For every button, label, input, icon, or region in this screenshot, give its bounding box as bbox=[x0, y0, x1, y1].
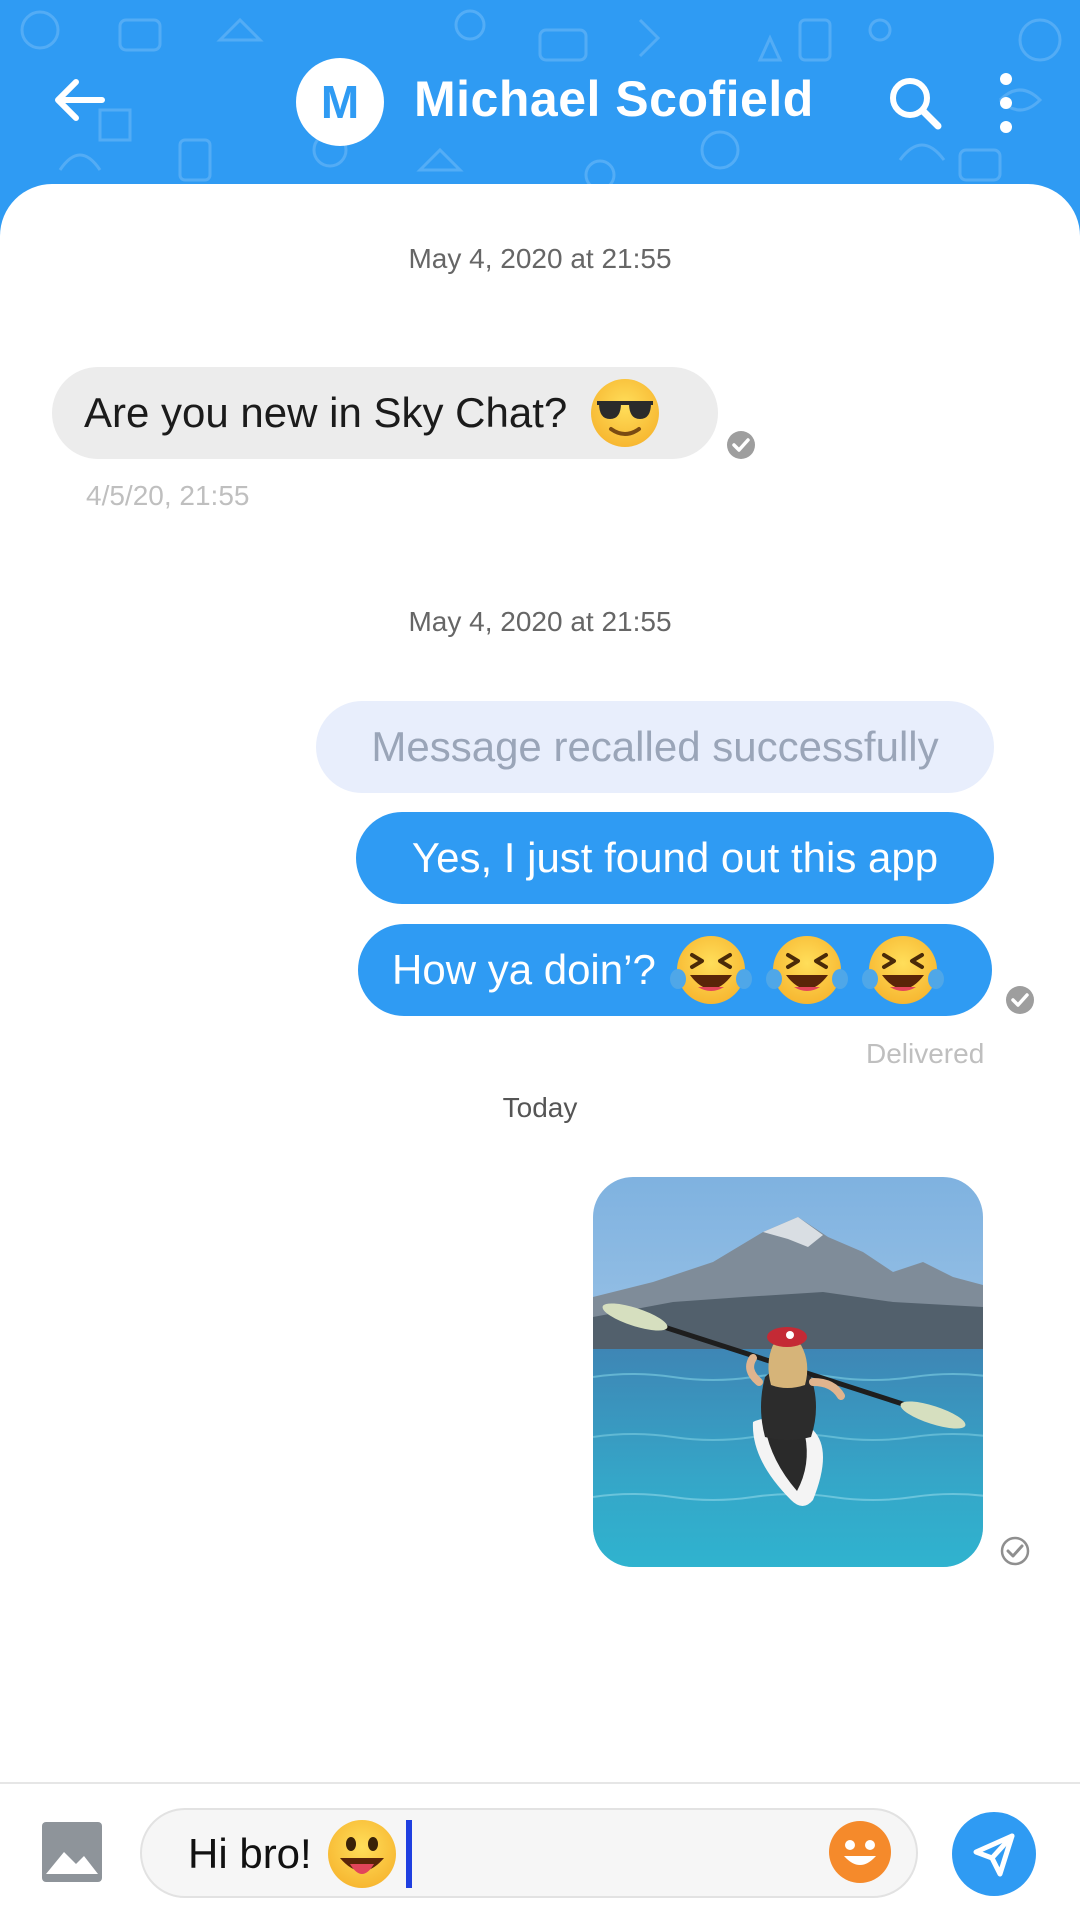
message-input[interactable]: Hi bro! bbox=[140, 1808, 918, 1898]
message-text: Yes, I just found out this app bbox=[411, 834, 939, 881]
more-options-icon[interactable] bbox=[990, 70, 1022, 136]
delivery-status: Delivered bbox=[866, 1038, 985, 1069]
recalled-message-bubble: Message recalled successfully bbox=[316, 701, 994, 793]
message-text: How ya doin’? bbox=[392, 946, 656, 993]
date-separator: May 4, 2020 at 21:55 bbox=[408, 243, 672, 274]
back-arrow-icon[interactable] bbox=[50, 74, 110, 126]
tongue-emoji-icon bbox=[327, 1820, 396, 1888]
message-composer: Hi bro! bbox=[0, 1782, 1080, 1922]
laughing-tears-emoji-icon bbox=[669, 936, 752, 1004]
contact-name[interactable]: Michael Scofield bbox=[414, 70, 814, 128]
input-value: Hi bro! bbox=[188, 1830, 312, 1877]
incoming-message-bubble[interactable]: Are you new in Sky Chat? bbox=[52, 367, 718, 459]
send-plane-icon bbox=[973, 1833, 1015, 1877]
send-button[interactable] bbox=[952, 1812, 1036, 1896]
outgoing-message-bubble[interactable]: How ya doin’? bbox=[358, 924, 992, 1016]
text-cursor bbox=[405, 1820, 412, 1888]
avatar-initial: M bbox=[320, 76, 360, 128]
message-timestamp: 4/5/20, 21:55 bbox=[86, 480, 250, 511]
search-icon[interactable] bbox=[886, 74, 944, 132]
read-check-icon bbox=[727, 431, 755, 459]
contact-avatar[interactable]: M bbox=[296, 58, 384, 146]
kayak-photo-image bbox=[593, 1177, 983, 1567]
read-check-icon bbox=[1006, 986, 1034, 1014]
sent-check-icon bbox=[1000, 1536, 1030, 1566]
image-gallery-icon[interactable] bbox=[40, 1820, 104, 1884]
date-separator: Today bbox=[502, 1092, 578, 1123]
sunglasses-emoji-icon bbox=[591, 379, 660, 447]
emoji-picker-icon[interactable] bbox=[828, 1820, 892, 1884]
date-separator: May 4, 2020 at 21:55 bbox=[408, 606, 672, 637]
laughing-tears-emoji-icon bbox=[861, 936, 944, 1004]
message-input-text[interactable]: Hi bro! bbox=[188, 1820, 412, 1888]
message-text: Are you new in Sky Chat? bbox=[84, 389, 568, 436]
recalled-text: Message recalled successfully bbox=[371, 723, 939, 770]
header-bar: M Michael Scofield bbox=[0, 56, 1080, 146]
outgoing-message-bubble[interactable]: Yes, I just found out this app bbox=[356, 812, 994, 904]
laughing-tears-emoji-icon bbox=[765, 936, 848, 1004]
photo-message[interactable] bbox=[593, 1177, 983, 1567]
